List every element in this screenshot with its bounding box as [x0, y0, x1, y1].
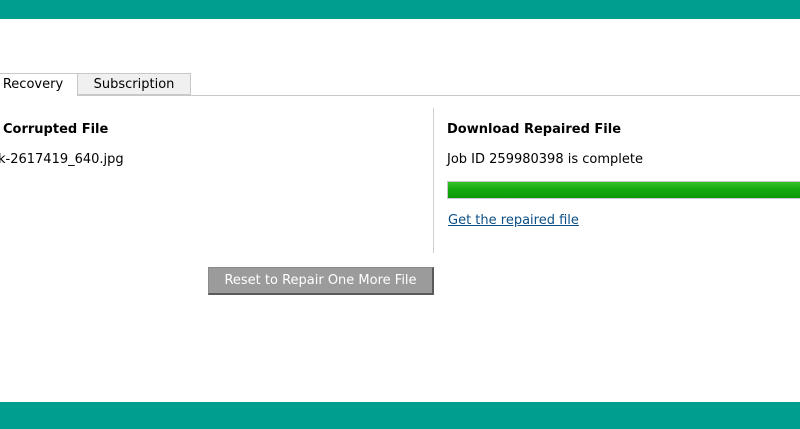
tabs-underline: [0, 95, 800, 96]
uploaded-filename: k-2617419_640.jpg: [0, 152, 124, 167]
header-bar: [0, 0, 800, 19]
tab-subscription[interactable]: Subscription: [77, 73, 191, 95]
reset-button[interactable]: Reset to Repair One More File: [208, 267, 434, 295]
tab-recovery[interactable]: Recovery: [0, 73, 78, 96]
job-status-text: Job ID 259980398 is complete: [447, 152, 643, 167]
progress-bar: [447, 181, 800, 199]
get-repaired-file-link[interactable]: Get the repaired file: [448, 213, 579, 228]
corrupted-file-heading: Corrupted File: [3, 122, 109, 137]
page: Recovery Subscription Corrupted File k-2…: [0, 0, 800, 429]
footer-bar: [0, 402, 800, 429]
download-heading: Download Repaired File: [447, 122, 622, 137]
progress-bar-fill: [448, 182, 800, 198]
panel-divider: [433, 108, 434, 253]
